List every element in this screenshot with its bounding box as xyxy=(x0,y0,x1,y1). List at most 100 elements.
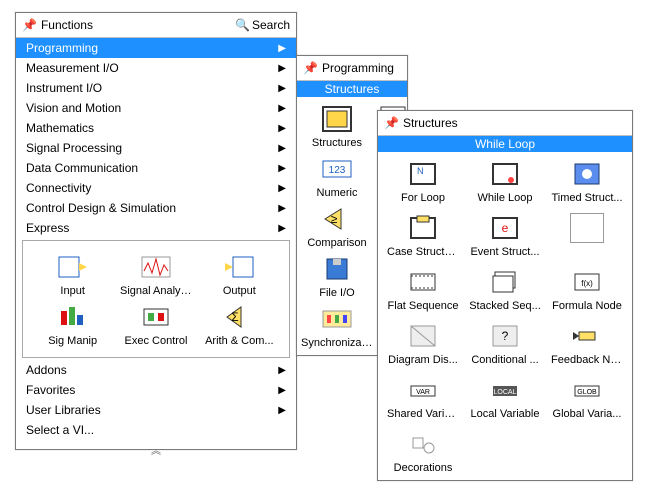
structures-tile-feedback-no-[interactable]: Feedback No... xyxy=(546,318,628,368)
chevron-right-icon: ▶ xyxy=(278,385,286,396)
menu-item-express[interactable]: Express▶ xyxy=(16,218,296,238)
svg-text:?: ? xyxy=(502,329,509,343)
menu-item-signal-processing[interactable]: Signal Processing▶ xyxy=(16,138,296,158)
programming-tile-comparison[interactable]: ≥Comparison xyxy=(301,201,373,251)
tile-label: While Loop xyxy=(477,192,532,204)
menu-item-label: Signal Processing xyxy=(26,141,278,155)
menu-item-label: Favorites xyxy=(26,383,278,397)
menu-item-vision-and-motion[interactable]: Vision and Motion▶ xyxy=(16,98,296,118)
express-tile-output[interactable]: Output xyxy=(198,249,281,299)
menu-item-data-communication[interactable]: Data Communication▶ xyxy=(16,158,296,178)
menu-item-label: Express xyxy=(26,221,278,235)
blank-icon xyxy=(569,212,605,244)
chevron-right-icon: ▶ xyxy=(278,163,286,174)
footer-menu: Addons▶Favorites▶User Libraries▶Select a… xyxy=(16,360,296,440)
menu-item-instrument-i-o[interactable]: Instrument I/O▶ xyxy=(16,78,296,98)
timed-icon xyxy=(569,158,605,190)
svg-text:N: N xyxy=(417,166,424,176)
structures-icon xyxy=(319,103,355,135)
chevron-right-icon: ▶ xyxy=(278,123,286,134)
tile-label: Diagram Dis... xyxy=(388,354,458,366)
structures-tile-global-varia-[interactable]: GLOB Global Varia... xyxy=(546,372,628,422)
menu-item-label: Measurement I/O xyxy=(26,61,278,75)
programming-tile-numeric[interactable]: 123Numeric xyxy=(301,151,373,201)
structures-tile-event-struct-[interactable]: eEvent Struct... xyxy=(464,210,546,260)
chevron-right-icon: ▶ xyxy=(278,43,286,54)
stackedseq-icon xyxy=(487,266,523,298)
search-button[interactable]: 🔍 Search xyxy=(235,18,290,32)
tile-label: Formula Node xyxy=(552,300,622,312)
menu-item-label: Instrument I/O xyxy=(26,81,278,95)
pin-icon[interactable]: 📌 xyxy=(22,18,37,32)
tile-label: Global Varia... xyxy=(553,408,622,420)
tile-label: Sig Manip xyxy=(48,335,97,347)
structures-tile-local-variable[interactable]: LOCAL Local Variable xyxy=(464,372,546,422)
palette-title: Functions xyxy=(41,18,235,32)
pin-icon[interactable]: 📌 xyxy=(303,61,318,75)
sharedvar-icon: VAR xyxy=(405,374,441,406)
menu-item-measurement-i-o[interactable]: Measurement I/O▶ xyxy=(16,58,296,78)
menu-item-user-libraries[interactable]: User Libraries▶ xyxy=(16,400,296,420)
sync-icon xyxy=(319,303,355,335)
flatseq-icon xyxy=(405,266,441,298)
case-icon xyxy=(405,212,441,244)
structures-tile-timed-struct-[interactable]: Timed Struct... xyxy=(546,156,628,206)
tile-label: Decorations xyxy=(394,462,453,474)
structures-tile-diagram-dis-[interactable]: Diagram Dis... xyxy=(382,318,464,368)
menu-item-favorites[interactable]: Favorites▶ xyxy=(16,380,296,400)
comparison-icon: ≥ xyxy=(319,203,355,235)
tile-label: Case Structure xyxy=(387,246,459,258)
programming-tile-structures[interactable]: Structures xyxy=(301,101,373,151)
tile-label: Flat Sequence xyxy=(388,300,459,312)
diagramdis-icon xyxy=(405,320,441,352)
menu-item-label: Select a VI... xyxy=(26,423,286,437)
tile-label: For Loop xyxy=(401,192,445,204)
menu-item-label: Data Communication xyxy=(26,161,278,175)
globalvar-icon: GLOB xyxy=(569,374,605,406)
menu-item-label: Control Design & Simulation xyxy=(26,201,278,215)
structures-tile-conditional-[interactable]: ?Conditional ... xyxy=(464,318,546,368)
structures-tile-flat-sequence[interactable]: Flat Sequence xyxy=(382,264,464,314)
express-tile-input[interactable]: Input xyxy=(31,249,114,299)
structures-tile-stacked-seq-[interactable]: Stacked Seq... xyxy=(464,264,546,314)
tile-label: Local Variable xyxy=(471,408,540,420)
formula-icon: f(x) xyxy=(569,266,605,298)
tile-label: Exec Control xyxy=(125,335,188,347)
express-tile-exec-control[interactable]: Exec Control xyxy=(114,299,197,349)
menu-item-label: Connectivity xyxy=(26,181,278,195)
menu-item-addons[interactable]: Addons▶ xyxy=(16,360,296,380)
collapse-handle[interactable]: ︽ xyxy=(16,440,296,459)
menu-item-mathematics[interactable]: Mathematics▶ xyxy=(16,118,296,138)
tile-label: Synchronizat... xyxy=(301,337,373,349)
menu-item-programming[interactable]: Programming▶ xyxy=(16,38,296,58)
menu-item-connectivity[interactable]: Connectivity▶ xyxy=(16,178,296,198)
svg-text:123: 123 xyxy=(329,165,346,176)
express-tile-sig-manip[interactable]: Sig Manip xyxy=(31,299,114,349)
menu-item-label: Programming xyxy=(26,41,278,55)
programming-tile-file-i-o[interactable]: File I/O xyxy=(301,251,373,301)
structures-tile-decorations[interactable]: Decorations xyxy=(382,426,464,476)
structures-tile-empty xyxy=(546,210,628,260)
numeric-icon: 123 xyxy=(319,153,355,185)
menu-item-select-a-vi...[interactable]: Select a VI... xyxy=(16,420,296,440)
input-icon xyxy=(55,251,91,283)
structures-tile-for-loop[interactable]: N For Loop xyxy=(382,156,464,206)
chevron-right-icon: ▶ xyxy=(278,103,286,114)
chevron-right-icon: ▶ xyxy=(278,63,286,74)
svg-text:e: e xyxy=(502,221,509,235)
express-tile-arith-com-[interactable]: ΣArith & Com... xyxy=(198,299,281,349)
structures-tile-formula-node[interactable]: f(x) Formula Node xyxy=(546,264,628,314)
menu-item-label: Mathematics xyxy=(26,121,278,135)
programming-tile-synchronizat-[interactable]: Synchronizat... xyxy=(301,301,373,351)
structures-tile-case-structure[interactable]: Case Structure xyxy=(382,210,464,260)
menu-item-control-design-simulation[interactable]: Control Design & Simulation▶ xyxy=(16,198,296,218)
svg-text:LOCAL: LOCAL xyxy=(494,389,517,396)
express-tile-signal-analysis[interactable]: Signal Analysis xyxy=(114,249,197,299)
structures-tile-shared-varia-[interactable]: VARShared Varia... xyxy=(382,372,464,422)
express-tiles-box: InputSignal AnalysisOutput Sig Manip Exec … xyxy=(22,240,290,358)
output-icon xyxy=(221,251,257,283)
fileio-icon xyxy=(319,253,355,285)
tile-label: Structures xyxy=(312,137,362,149)
structures-tile-while-loop[interactable]: While Loop xyxy=(464,156,546,206)
pin-icon[interactable]: 📌 xyxy=(384,116,399,130)
